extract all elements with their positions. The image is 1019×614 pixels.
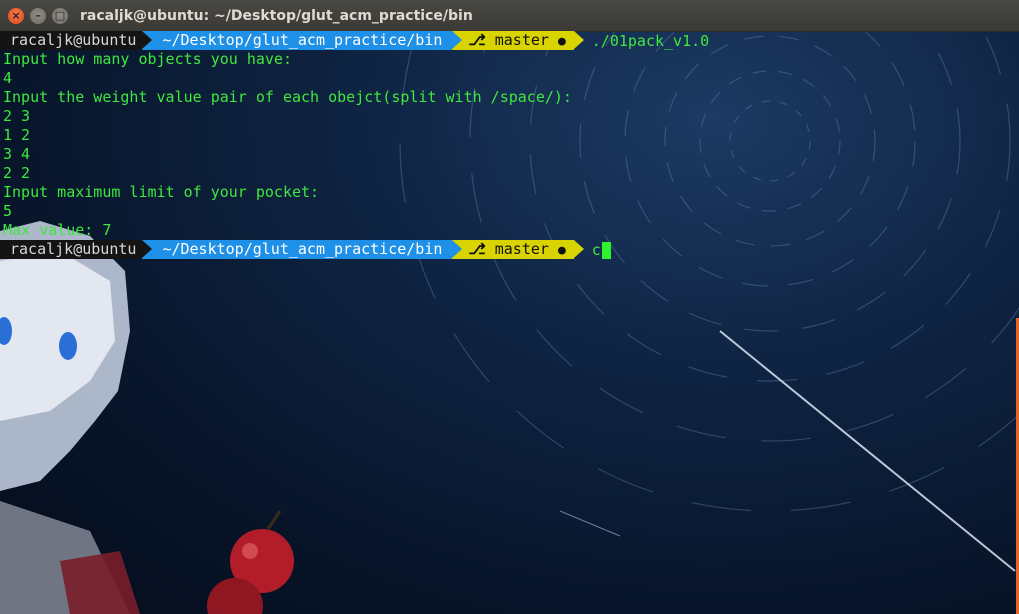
segment-arrow-icon [142, 240, 153, 258]
output-line: 3 4 [3, 145, 31, 163]
output-line: 1 2 [3, 126, 31, 144]
output-line: Input the weight value pair of each obej… [3, 88, 572, 106]
prompt-path: ~/Desktop/glut_acm_practice/bin [162, 31, 443, 49]
terminal-content[interactable]: racaljk@ubuntu ~/Desktop/glut_acm_practi… [0, 31, 1019, 259]
terminal-window: × – □ racaljk@ubuntu: ~/Desktop/glut_acm… [0, 0, 1019, 614]
segment-arrow-icon [142, 31, 153, 49]
output-line: Input how many objects you have: [3, 50, 292, 68]
shell-prompt: racaljk@ubuntu ~/Desktop/glut_acm_practi… [0, 31, 1019, 50]
segment-arrow-icon [573, 31, 584, 49]
text-cursor [601, 241, 611, 259]
prompt-branch: master [494, 240, 549, 258]
segment-arrow-icon [452, 31, 463, 49]
prompt-user: racaljk@ubuntu [10, 31, 137, 49]
maximize-button[interactable]: □ [52, 7, 68, 24]
output-line: Input maximum limit of your pocket: [3, 183, 320, 201]
output-line: 5 [3, 202, 13, 220]
shell-prompt: racaljk@ubuntu ~/Desktop/glut_acm_practi… [0, 240, 1019, 259]
git-branch-icon: ⎇ [468, 31, 486, 49]
prompt-user-segment: racaljk@ubuntu [0, 31, 153, 50]
typed-command: c [591, 240, 601, 259]
maximize-icon: □ [54, 9, 66, 22]
prompt-user-segment: racaljk@ubuntu [0, 240, 153, 259]
prompt-user: racaljk@ubuntu [10, 240, 137, 258]
prompt-command: ./01pack_v1.0 [591, 31, 710, 50]
output-line: 4 [3, 69, 13, 87]
dirty-status-icon: ● [557, 34, 566, 49]
prompt-branch: master [494, 31, 549, 49]
prompt-git-segment: ⎇ master ● [452, 31, 584, 50]
dirty-status-icon: ● [557, 243, 566, 258]
prompt-path: ~/Desktop/glut_acm_practice/bin [162, 240, 443, 258]
segment-arrow-icon [452, 240, 463, 258]
git-branch-icon: ⎇ [468, 240, 486, 258]
close-icon: × [11, 9, 21, 22]
output-line: Max value: 7 [3, 221, 112, 239]
prompt-path-segment: ~/Desktop/glut_acm_practice/bin [142, 31, 463, 50]
window-title: racaljk@ubuntu: ~/Desktop/glut_acm_pract… [80, 7, 473, 24]
command-input[interactable]: c [592, 241, 611, 259]
output-line: 2 2 [3, 164, 31, 182]
prompt-git-segment: ⎇ master ● [452, 240, 584, 259]
minimize-button[interactable]: – [30, 7, 46, 24]
prompt-path-segment: ~/Desktop/glut_acm_practice/bin [142, 240, 463, 259]
close-button[interactable]: × [8, 7, 24, 24]
minimize-icon: – [35, 9, 41, 22]
title-bar: × – □ racaljk@ubuntu: ~/Desktop/glut_acm… [0, 0, 1019, 32]
output-line: 2 3 [3, 107, 31, 125]
segment-arrow-icon [573, 240, 584, 258]
